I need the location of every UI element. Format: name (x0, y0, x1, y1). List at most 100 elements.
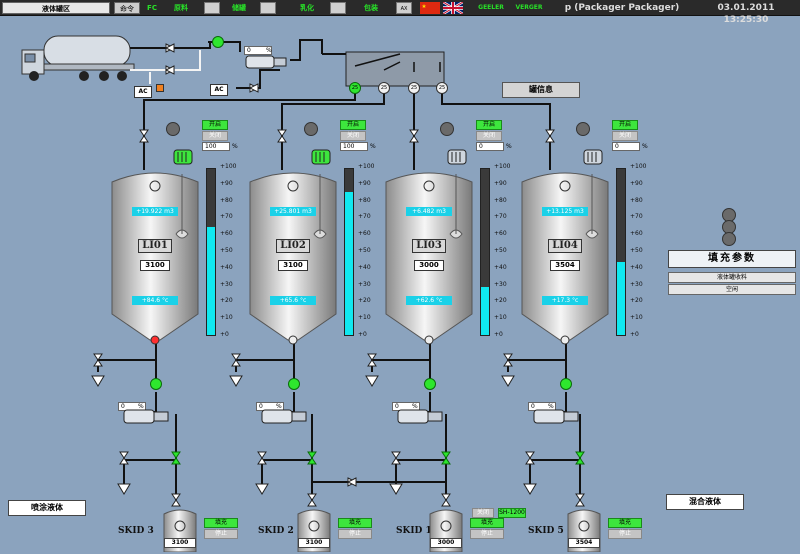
tank-id-label: LI03 (412, 239, 446, 253)
skid-name: SKID 1 (396, 526, 432, 536)
scale-tick: +40 (494, 263, 507, 271)
tank-volume-reading: +25.801 m3 (270, 207, 316, 216)
skid-product-code: 3100 (298, 538, 330, 548)
scale-tick: +0 (220, 331, 229, 338)
scale-tick: +20 (494, 297, 507, 305)
tank-open-button[interactable]: 开启 (340, 120, 366, 130)
fill-idle-row: 空闲 (668, 284, 796, 295)
scale-tick: +0 (630, 331, 639, 338)
fill-params-title[interactable]: 填充参数 (668, 250, 796, 268)
tank-volume-reading: +13.125 m3 (542, 207, 588, 216)
scale-tick: +50 (494, 247, 507, 254)
skid-fill-button[interactable]: 填充 (470, 518, 504, 528)
outlet-motor-icon[interactable] (396, 408, 446, 426)
outlet-motor-icon[interactable] (260, 408, 310, 426)
feed-pump-icon[interactable] (212, 36, 224, 48)
scale-tick: +100 (220, 163, 237, 170)
tank-id-label: LI04 (548, 239, 582, 253)
scale-tick: +70 (494, 213, 507, 221)
tank-close-button[interactable]: 关闭 (202, 131, 228, 141)
scale-tick: +30 (630, 280, 643, 288)
scale-tick: +90 (220, 179, 233, 187)
ac-box-left[interactable]: AC (134, 86, 152, 98)
tank-outlet-pump-icon[interactable] (150, 378, 162, 390)
tank-product-code: 3100 (278, 260, 308, 271)
level-scale: +100 +90 +80 +70 +60 +50 +40 +30 +20 +10 +0 (630, 164, 660, 338)
skid1-close-button[interactable]: 关闭 (472, 508, 494, 518)
manifold-pump-4-icon[interactable]: 25 (436, 82, 448, 94)
manifold-pump-3-icon[interactable]: 25 (408, 82, 420, 94)
tank-outlet-pump-icon[interactable] (288, 378, 300, 390)
tank-temp-reading: +65.6 °c (270, 296, 316, 305)
scale-tick: +0 (494, 331, 503, 338)
tank-product-code: 3100 (140, 260, 170, 271)
tank-close-button[interactable]: 关闭 (476, 131, 502, 141)
spray-liquid-label[interactable]: 喷涂液体 (8, 500, 86, 516)
scale-tick: +80 (630, 196, 643, 204)
level-gauge (344, 168, 354, 336)
skid-fill-button[interactable]: 填充 (204, 518, 238, 528)
scale-tick: +40 (358, 263, 371, 271)
skid-fill-button[interactable]: 填充 (608, 518, 642, 528)
tank-pct-value: 0 (476, 142, 504, 151)
tank-open-button[interactable]: 开启 (612, 120, 638, 130)
tank-id-label: LI02 (276, 239, 310, 253)
tank-vessel-icon (385, 172, 473, 345)
skid-fill-button[interactable]: 填充 (338, 518, 372, 528)
skid-stop-button[interactable]: 停止 (338, 529, 372, 539)
manifold-pump-2-icon[interactable]: 25 (378, 82, 390, 94)
fill-status-row: 液体罐收料 (668, 272, 796, 283)
tank-id-label: LI01 (138, 239, 172, 253)
scale-tick: +70 (630, 213, 643, 221)
tank-open-button[interactable]: 开启 (202, 120, 228, 130)
tank-pct-unit: % (232, 143, 238, 150)
tanker-truck-icon (21, 35, 135, 81)
scale-tick: +100 (494, 163, 511, 170)
tank-temp-reading: +62.6 °c (406, 296, 452, 305)
ac-box-right[interactable]: AC (210, 84, 228, 96)
level-gauge (616, 168, 626, 336)
scale-tick: +20 (630, 297, 643, 305)
skid-name: SKID 3 (118, 526, 154, 536)
scale-tick: +50 (358, 247, 371, 254)
scale-tick: +10 (220, 314, 233, 322)
tank-outlet-pump-icon[interactable] (424, 378, 436, 390)
outlet-motor-icon[interactable] (532, 408, 582, 426)
tank-pct-unit: % (642, 143, 648, 150)
feed-motor-icon[interactable] (244, 54, 290, 70)
skid-product-code: 3504 (568, 538, 600, 548)
tank-outlet-pump-icon[interactable] (560, 378, 572, 390)
skid-name: SKID 2 (258, 526, 294, 536)
tank-pct-value: 0 (612, 142, 640, 151)
scale-tick: +70 (220, 213, 233, 221)
tank-pct-value: 100 (340, 142, 368, 151)
skid-stop-button[interactable]: 停止 (608, 529, 642, 539)
tank-pct-unit: % (370, 143, 376, 150)
tank-status-light (576, 122, 590, 136)
scale-tick: +30 (494, 280, 507, 288)
tank-close-button[interactable]: 关闭 (612, 131, 638, 141)
scale-tick: +60 (494, 230, 507, 238)
manifold-pump-1-icon[interactable]: 25 (349, 82, 361, 94)
scale-tick: +100 (358, 163, 375, 170)
level-fill (345, 192, 353, 335)
tank-vessel-icon (521, 172, 609, 345)
tank-info-button[interactable]: 罐信息 (502, 82, 580, 98)
scale-tick: +80 (358, 196, 371, 204)
skid-stop-button[interactable]: 停止 (204, 529, 238, 539)
tank-open-button[interactable]: 开启 (476, 120, 502, 130)
scale-tick: +0 (358, 331, 367, 338)
indicator-light-3 (722, 232, 736, 246)
level-scale: +100 +90 +80 +70 +60 +50 +40 +30 +20 +10 +0 (220, 163, 250, 338)
scale-tick: +40 (220, 263, 233, 271)
skid-stop-button[interactable]: 停止 (470, 529, 504, 539)
outlet-motor-icon[interactable] (122, 408, 172, 426)
scale-tick: +10 (358, 314, 371, 322)
skid1-model-badge[interactable]: SH-1200 (498, 508, 526, 518)
skid-product-code: 3100 (164, 538, 196, 548)
mix-liquid-label[interactable]: 混合液体 (666, 494, 744, 510)
tank-temp-reading: +84.6 °c (132, 296, 178, 305)
scale-tick: +70 (358, 213, 371, 221)
level-fill (207, 227, 215, 335)
tank-close-button[interactable]: 关闭 (340, 131, 366, 141)
